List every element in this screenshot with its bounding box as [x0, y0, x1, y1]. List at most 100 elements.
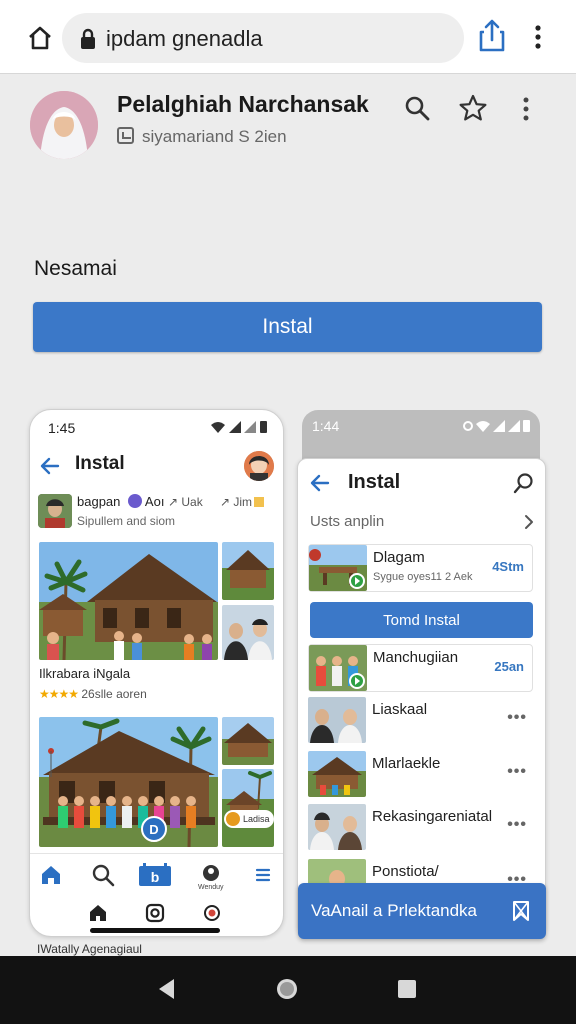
- play-icon: [349, 673, 365, 689]
- action-2-text: Jim: [233, 495, 253, 509]
- profile-tag-text: Aoı: [144, 494, 165, 509]
- more-horiz-icon[interactable]: •••: [507, 816, 527, 834]
- item-name: Ponstiota/: [372, 863, 439, 880]
- item-name: Manchugiian: [373, 649, 459, 666]
- home-circle-icon[interactable]: [274, 976, 300, 1002]
- search-icon[interactable]: [90, 862, 116, 888]
- gesture-bar: [90, 928, 220, 933]
- verified-icon: [128, 494, 143, 508]
- action-1-text: Uak: [181, 495, 203, 509]
- screen-title: Instal: [75, 453, 125, 474]
- search-icon[interactable]: [512, 471, 536, 495]
- share-arrow-icon: ↗: [168, 495, 182, 509]
- location-badge-text: Ladisa: [243, 814, 270, 824]
- item-thumbnail: [308, 697, 366, 743]
- subtitle-text: siyamariand S 2ien: [142, 127, 287, 146]
- location-dot-icon: [226, 812, 240, 826]
- note-icon: [254, 497, 265, 507]
- photo-portrait-pair[interactable]: [222, 605, 274, 660]
- list-item[interactable]: Manchugiian 25an: [308, 644, 533, 692]
- user-avatar[interactable]: [244, 451, 274, 481]
- home-icon[interactable]: [86, 901, 110, 925]
- play-icon: [349, 573, 365, 589]
- section-label: Nesamai: [34, 257, 117, 280]
- bookmark-icon[interactable]: [510, 900, 532, 922]
- action-link-2[interactable]: ↗ Jim: [220, 495, 265, 509]
- bottom-nav: b Wenduy: [30, 853, 283, 897]
- item-duration: 25an: [494, 659, 524, 674]
- photo-traditional-house[interactable]: [39, 717, 218, 847]
- install-button[interactable]: Tomd Instal: [310, 602, 533, 638]
- chevron-right-icon[interactable]: [522, 513, 536, 531]
- profile-thumbnail[interactable]: [38, 494, 72, 528]
- screen-title: Instal: [348, 471, 401, 493]
- banner-text: VaAnail a Prlektandka: [311, 901, 478, 920]
- back-arrow-icon[interactable]: [308, 471, 332, 495]
- search-icon[interactable]: [404, 95, 430, 121]
- list-item[interactable]: Liaskaal •••: [308, 697, 533, 745]
- rating-stars: ★★★★: [39, 687, 79, 701]
- menu-icon[interactable]: [250, 862, 276, 888]
- recents-square-icon[interactable]: [394, 976, 420, 1002]
- status-icons: [463, 420, 530, 432]
- screenshot-left[interactable]: 1:45 Instal bagpan Aoı Sipullem and siom…: [29, 409, 284, 937]
- action-link-1[interactable]: ↗ Uak: [168, 495, 203, 509]
- record-icon[interactable]: [200, 901, 224, 925]
- nav-label: Wenduy: [198, 884, 224, 891]
- item-name: Rekasingareniatal: [372, 808, 493, 825]
- more-horiz-icon[interactable]: •••: [507, 709, 527, 727]
- location-badge: Ladisa: [224, 810, 274, 828]
- star-icon[interactable]: [458, 93, 488, 123]
- share-icon[interactable]: [477, 18, 507, 54]
- profile-sub: Sipullem and siom: [77, 514, 176, 528]
- browser-toolbar: ipdam gnenadla: [0, 0, 576, 74]
- share-arrow-icon: ↗: [220, 495, 234, 509]
- checkbox-icon: [117, 127, 134, 144]
- post-caption: Ilkrabara iNgala: [39, 666, 131, 681]
- profile-name-text: bagpan: [77, 494, 121, 509]
- list-item[interactable]: Rekasingareniatal •••: [308, 804, 533, 852]
- profile-name: bagpan Aoı: [77, 494, 164, 509]
- section-header: Usts anplin: [310, 513, 385, 530]
- page-title: Pelalghiah Narchansak: [117, 91, 369, 117]
- item-name: Mlarlaekle: [372, 755, 441, 772]
- more-vert-icon[interactable]: [528, 22, 548, 52]
- photo-village-house[interactable]: [39, 542, 218, 660]
- instagram-icon[interactable]: [143, 901, 167, 925]
- item-name: Liaskaal: [372, 701, 428, 718]
- list-item[interactable]: Dlagam Sygue oyes11 2 Aek 4Stm: [308, 544, 533, 592]
- photo-house-small[interactable]: [222, 542, 274, 600]
- more-horiz-icon[interactable]: •••: [507, 763, 527, 781]
- status-time: 1:45: [48, 420, 76, 436]
- page-subtitle: siyamariand S 2ien: [117, 127, 287, 147]
- post-meta-text: 26slle aoren: [81, 687, 147, 701]
- bottom-banner[interactable]: VaAnail a Prlektandka: [298, 883, 546, 939]
- photo-house-thumb[interactable]: [222, 717, 274, 765]
- item-name: Dlagam: [373, 549, 425, 566]
- home-icon[interactable]: [24, 22, 56, 54]
- system-nav-bar: [0, 956, 576, 1024]
- back-arrow-icon[interactable]: [38, 454, 62, 478]
- install-button[interactable]: Instal: [33, 302, 542, 352]
- post-meta: ★★★★ 26slle aoren: [39, 687, 147, 701]
- item-sub: Sygue oyes11 2 Aek: [373, 571, 473, 583]
- calendar-icon[interactable]: b: [138, 862, 172, 888]
- photo-garden-thumb[interactable]: [222, 769, 274, 847]
- status-icons: [211, 421, 267, 433]
- address-bar[interactable]: ipdam gnenadla: [62, 13, 464, 63]
- back-triangle-icon[interactable]: [154, 976, 180, 1002]
- lock-icon: [81, 28, 95, 49]
- footer-text: IWatally Agenagiaul: [37, 942, 142, 956]
- list-item[interactable]: Mlarlaekle •••: [308, 751, 533, 799]
- item-thumbnail: [308, 804, 366, 850]
- screenshot-right[interactable]: Instal Usts anplin Dlagam Sygue oyes11 2…: [297, 458, 546, 936]
- item-duration: 4Stm: [492, 559, 524, 574]
- avatar[interactable]: [30, 91, 98, 159]
- url-text: ipdam gnenadla: [106, 26, 263, 51]
- more-vert-icon[interactable]: [516, 95, 536, 123]
- play-badge[interactable]: D: [141, 816, 167, 842]
- svg-text:b: b: [151, 869, 160, 885]
- item-thumbnail: [308, 751, 366, 797]
- status-time: 1:44: [312, 418, 340, 434]
- home-icon[interactable]: [38, 862, 64, 888]
